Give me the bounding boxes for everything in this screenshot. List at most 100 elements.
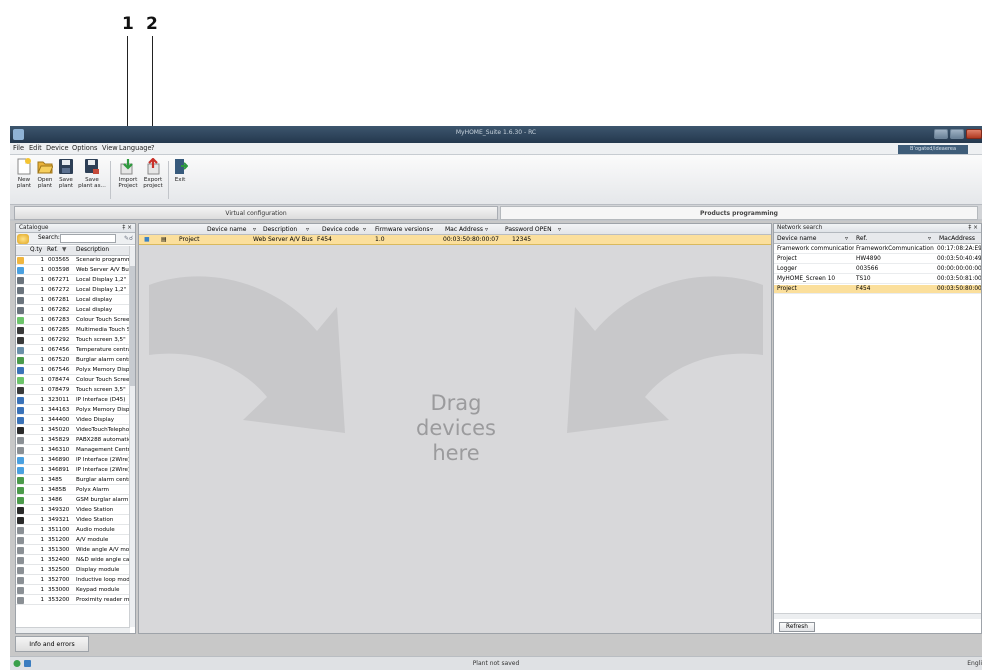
save-plant-button[interactable]: Save plant [56, 158, 76, 202]
close-window-button[interactable] [966, 129, 982, 139]
device-drop-zone[interactable]: Drag devices here [139, 245, 771, 633]
catalogue-row[interactable]: 1 067271 Local Display 1,2" [16, 276, 130, 285]
filter-icon[interactable]: ▿ [306, 226, 309, 233]
panel-pin-close-icon[interactable]: ‡ × [968, 224, 978, 233]
network-horizontal-scrollbar[interactable] [774, 613, 981, 619]
save-plant-as-button[interactable]: Save plant as... [78, 158, 106, 202]
column-firmware-versions[interactable]: Firmware versions [375, 226, 430, 233]
filter-icon[interactable]: ▿ [928, 235, 931, 242]
minimize-window-button[interactable] [934, 129, 948, 139]
filter-icon[interactable]: ▿ [485, 226, 488, 233]
menu-file[interactable]: File [13, 144, 24, 152]
network-device-row[interactable]: Project F454 00:03:50:80:00: [774, 285, 981, 294]
catalogue-row[interactable]: 1 346310 Management Centre [16, 446, 130, 455]
catalogue-row[interactable]: 1 352500 Display module [16, 566, 130, 575]
menu-device[interactable]: Device [46, 144, 69, 152]
filter-icon[interactable]: ▿ [430, 226, 433, 233]
device-row[interactable]: ■ ▤ Project Web Server A/V Bus F454 1.0 … [139, 235, 771, 245]
catalogue-row[interactable]: 1 344163 Polyx Memory Display [16, 406, 130, 415]
refresh-button[interactable]: Refresh [779, 622, 815, 632]
catalogue-row[interactable]: 1 067272 Local Display 1,2" [16, 286, 130, 295]
catalogue-row[interactable]: 1 351100 Audio module [16, 526, 130, 535]
tab-products-programming[interactable]: Products programming [500, 206, 978, 220]
catalogue-row[interactable]: 1 351200 A/V module [16, 536, 130, 545]
info-and-errors-tab[interactable]: Info and errors [15, 636, 89, 652]
ref-cell: 353000 [48, 587, 70, 593]
search-tools-icon[interactable]: ✎☌ [124, 235, 133, 242]
catalogue-row[interactable]: 1 352400 N&D wide angle camera [16, 556, 130, 565]
catalogue-row[interactable]: 1 3485 Burglar alarm central [16, 476, 130, 485]
maximize-window-button[interactable] [950, 129, 964, 139]
catalogue-row[interactable]: 1 067456 Temperature central [16, 346, 130, 355]
tab-virtual-configuration[interactable]: Virtual configuration [14, 206, 498, 220]
catalogue-row[interactable]: 1 346890 IP Interface (2Wire) [16, 456, 130, 465]
catalogue-row[interactable]: 1 067292 Touch screen 3,5" [16, 336, 130, 345]
qty-cell: 1 [40, 507, 44, 513]
exit-button[interactable]: Exit [172, 158, 188, 202]
catalogue-row[interactable]: 1 067520 Burglar alarm central [16, 356, 130, 365]
catalogue-row[interactable]: 1 351300 Wide angle A/V module [16, 546, 130, 555]
catalogue-row[interactable]: 1 349320 Video Station [16, 506, 130, 515]
catalogue-row[interactable]: 1 352700 Inductive loop module [16, 576, 130, 585]
menu-edit[interactable]: Edit [29, 144, 42, 152]
filter-icon[interactable]: ▿ [253, 226, 256, 233]
filter-icon[interactable]: ▿ [845, 235, 848, 242]
column-device-name[interactable]: Device name [777, 235, 816, 242]
column-password-open[interactable]: Password OPEN [505, 226, 552, 233]
column-mac-address[interactable]: MacAddress [939, 235, 975, 242]
qty-cell: 1 [40, 287, 44, 293]
catalogue-row[interactable]: 1 067282 Local display [16, 306, 130, 315]
open-plant-button[interactable]: Open plant [35, 158, 55, 202]
column-description[interactable]: Description [263, 226, 297, 233]
menu-language[interactable]: Language [119, 144, 152, 152]
import-project-button[interactable]: Import Project [117, 158, 139, 202]
column-device-name[interactable]: Device name [207, 226, 246, 233]
favorites-star-icon[interactable] [17, 234, 29, 244]
catalogue-row[interactable]: 1 353200 Proximity reader module [16, 596, 130, 605]
network-device-row[interactable]: Framework communication FrameworkCommunic… [774, 245, 981, 254]
column-device-code[interactable]: Device code [322, 226, 359, 233]
catalogue-search-input[interactable] [60, 234, 116, 243]
filter-icon[interactable]: ▼ [62, 247, 66, 253]
catalogue-row[interactable]: 1 344400 Video Display [16, 416, 130, 425]
new-plant-button[interactable]: New plant [14, 158, 34, 202]
network-device-row[interactable]: Logger 003566 00:00:00:00:00: [774, 265, 981, 274]
catalogue-row[interactable]: 1 345020 VideoTouchTelephone [16, 426, 130, 435]
column-qty[interactable]: Q.ty [30, 247, 42, 253]
network-device-row[interactable]: Project HW4890 00:03:50:40:49: [774, 255, 981, 264]
catalogue-row[interactable]: 1 003598 Web Server A/V Bus [16, 266, 130, 275]
filter-icon[interactable]: ▿ [363, 226, 366, 233]
catalogue-row[interactable]: 1 067283 Colour Touch Screen [16, 316, 130, 325]
device-name-cell: Project [777, 286, 797, 292]
column-ref[interactable]: Ref. [856, 235, 867, 242]
scrollbar-thumb[interactable] [130, 266, 135, 386]
filter-icon[interactable]: ▿ [558, 226, 561, 233]
ref-cell: 003598 [48, 267, 70, 273]
catalogue-row[interactable]: 1 067281 Local display [16, 296, 130, 305]
catalogue-row[interactable]: 1 323011 IP Interface (D45) [16, 396, 130, 405]
catalogue-row[interactable]: 1 078474 Colour Touch Screen [16, 376, 130, 385]
catalogue-horizontal-scrollbar[interactable] [16, 627, 130, 633]
catalogue-row[interactable]: 1 3485B Polyx Alarm [16, 486, 130, 495]
column-mac-address[interactable]: Mac Address [445, 226, 483, 233]
panel-pin-close-icon[interactable]: ‡ × [122, 224, 132, 233]
column-description[interactable]: Description [76, 247, 109, 253]
export-project-button[interactable]: Export project [141, 158, 165, 202]
catalogue-row[interactable]: 1 3486 GSM burglar alarm [16, 496, 130, 505]
network-device-row[interactable]: MyHOME_Screen 10 TS10 00:03:50:81:00: [774, 275, 981, 284]
catalogue-row[interactable]: 1 078479 Touch screen 3,5" [16, 386, 130, 395]
menu-help[interactable]: ? [151, 144, 155, 152]
catalogue-vertical-scrollbar[interactable] [129, 246, 135, 627]
menu-view[interactable]: View [102, 144, 118, 152]
catalogue-row[interactable]: 1 346891 IP Interface (2Wire) [16, 466, 130, 475]
catalogue-row[interactable]: 1 067285 Multimedia Touch Screen [16, 326, 130, 335]
description-cell: PABX288 automatic [76, 437, 130, 443]
menu-options[interactable]: Options [72, 144, 97, 152]
catalogue-row[interactable]: 1 067546 Polyx Memory Display [16, 366, 130, 375]
catalogue-row[interactable]: 1 353000 Keypad module [16, 586, 130, 595]
catalogue-row[interactable]: 1 349321 Video Station [16, 516, 130, 525]
language-indicator[interactable]: Engli [967, 660, 982, 667]
column-ref[interactable]: Ref. [47, 247, 58, 253]
catalogue-row[interactable]: 1 003565 Scenario programmer [16, 256, 130, 265]
catalogue-row[interactable]: 1 345829 PABX288 automatic [16, 436, 130, 445]
